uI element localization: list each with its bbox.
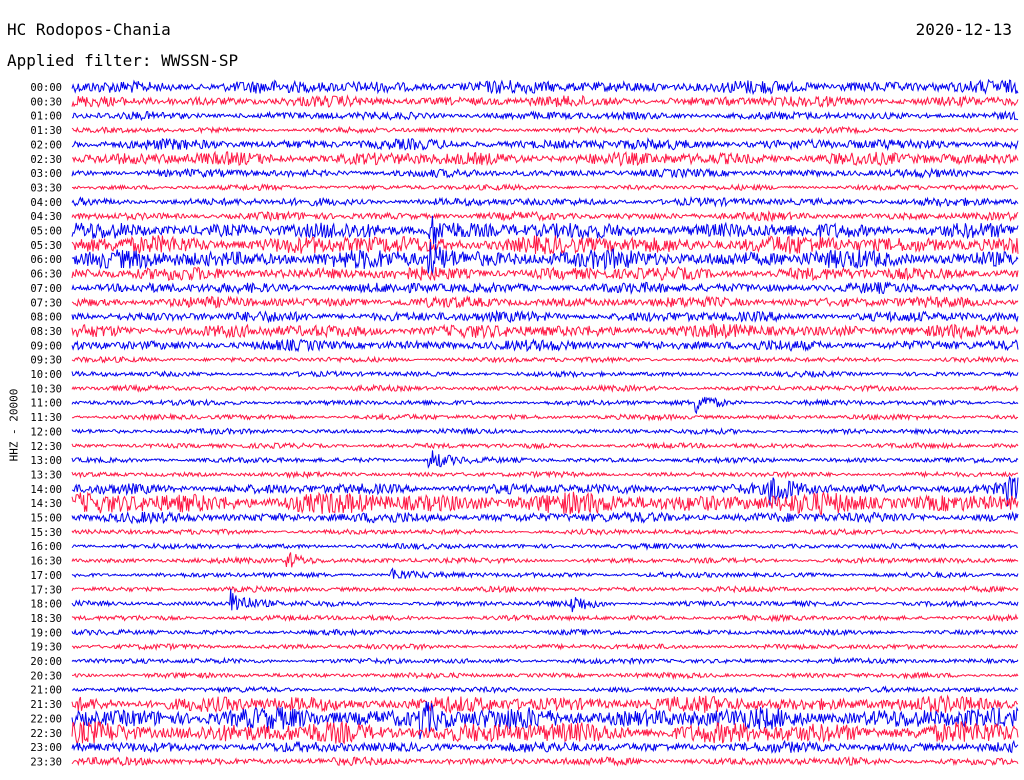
trace-line <box>71 125 1019 135</box>
y-tick-label: 07:30 <box>30 297 62 309</box>
y-tick-label: 07:00 <box>30 283 62 295</box>
y-tick-label: 10:30 <box>30 383 62 395</box>
trace-line <box>72 671 1019 680</box>
trace-line <box>71 94 1019 109</box>
y-tick-label: 05:00 <box>30 226 62 238</box>
trace-line <box>71 427 1019 436</box>
trace-line <box>71 369 1019 379</box>
y-tick-label: 09:30 <box>30 355 62 367</box>
y-tick-label: 22:00 <box>30 713 62 725</box>
trace-line <box>71 588 1019 613</box>
y-tick-labels: 00:00 00:30 01:00 01:30 02:00 02:30 03:00 03:30… <box>30 82 62 768</box>
y-tick-label: 11:30 <box>30 412 62 424</box>
y-tick-label: 23:00 <box>30 742 62 754</box>
y-tick-label: 02:30 <box>30 154 62 166</box>
y-tick-label: 16:30 <box>30 556 62 568</box>
y-tick-label: 21:30 <box>30 699 62 711</box>
y-tick-label: 06:00 <box>30 254 62 266</box>
trace-line <box>71 642 1019 652</box>
trace-line <box>71 656 1019 666</box>
trace-line <box>71 281 1019 295</box>
y-tick-label: 21:00 <box>30 685 62 697</box>
trace-line <box>71 110 1019 122</box>
trace-line <box>71 685 1019 695</box>
trace-line <box>71 195 1019 208</box>
y-tick-label: 15:00 <box>30 513 62 525</box>
y-tick-label: 01:30 <box>30 125 62 137</box>
y-tick-label: 12:30 <box>30 441 62 453</box>
trace-line <box>71 383 1019 393</box>
y-tick-label: 04:30 <box>30 211 62 223</box>
y-tick-label: 03:30 <box>30 182 62 194</box>
y-tick-label: 17:00 <box>30 570 62 582</box>
helicorder-plot: 00:00 00:30 01:00 01:30 02:00 02:30 03:00 03:30… <box>30 78 1019 768</box>
trace-line <box>71 450 1019 469</box>
y-tick-label: 12:00 <box>30 426 62 438</box>
y-tick-label: 23:30 <box>30 756 62 768</box>
y-tick-label: 18:30 <box>30 613 62 625</box>
y-tick-label: 01:00 <box>30 111 62 123</box>
seismic-traces <box>71 78 1019 767</box>
y-tick-label: 10:00 <box>30 369 62 381</box>
y-tick-label: 15:30 <box>30 527 62 539</box>
y-tick-label: 20:30 <box>30 670 62 682</box>
y-tick-label: 18:00 <box>30 599 62 611</box>
trace-line <box>71 235 1019 255</box>
trace-line <box>71 266 1019 282</box>
y-tick-label: 22:30 <box>30 728 62 740</box>
y-tick-label: 09:00 <box>30 340 62 352</box>
trace-line <box>71 150 1019 167</box>
trace-line <box>71 552 1019 568</box>
y-tick-label: 06:30 <box>30 269 62 281</box>
y-tick-label: 19:00 <box>30 627 62 639</box>
trace-line <box>71 739 1019 754</box>
trace-line <box>71 338 1019 353</box>
y-tick-label: 08:30 <box>30 326 62 338</box>
y-tick-label: 08:00 <box>30 312 62 324</box>
y-tick-label: 16:00 <box>30 541 62 553</box>
y-tick-label: 00:00 <box>30 82 62 94</box>
trace-line <box>71 322 1019 341</box>
trace-line <box>71 510 1019 525</box>
trace-line <box>71 567 1019 580</box>
y-tick-label: 13:00 <box>30 455 62 467</box>
y-tick-label: 02:00 <box>30 139 62 151</box>
trace-line <box>71 137 1019 151</box>
y-tick-label: 20:00 <box>30 656 62 668</box>
y-tick-label: 14:30 <box>30 498 62 510</box>
y-tick-label: 00:30 <box>30 96 62 108</box>
y-tick-label: 03:00 <box>30 168 62 180</box>
trace-line <box>71 694 1019 714</box>
y-tick-label: 05:30 <box>30 240 62 252</box>
trace-line <box>71 541 1019 551</box>
trace-line <box>71 613 1019 623</box>
trace-line <box>71 490 1019 516</box>
y-tick-label: 17:30 <box>30 584 62 596</box>
y-tick-label: 19:30 <box>30 642 62 654</box>
trace-line <box>71 396 1019 415</box>
y-tick-label: 14:00 <box>30 484 62 496</box>
trace-line <box>71 470 1019 480</box>
trace-line <box>71 720 1019 747</box>
trace-line <box>71 441 1019 450</box>
trace-line <box>71 167 1019 179</box>
y-tick-label: 04:00 <box>30 197 62 209</box>
trace-line <box>71 294 1019 309</box>
trace-line <box>71 309 1019 324</box>
trace-line <box>71 78 1019 96</box>
y-tick-label: 13:30 <box>30 469 62 481</box>
y-tick-label: 11:00 <box>30 398 62 410</box>
trace-line <box>71 584 1019 594</box>
trace-line <box>71 527 1019 537</box>
trace-line <box>71 355 1019 364</box>
trace-line <box>71 412 1019 422</box>
trace-line <box>71 755 1019 767</box>
trace-line <box>71 627 1019 637</box>
trace-line <box>71 210 1019 223</box>
trace-line <box>71 183 1019 192</box>
